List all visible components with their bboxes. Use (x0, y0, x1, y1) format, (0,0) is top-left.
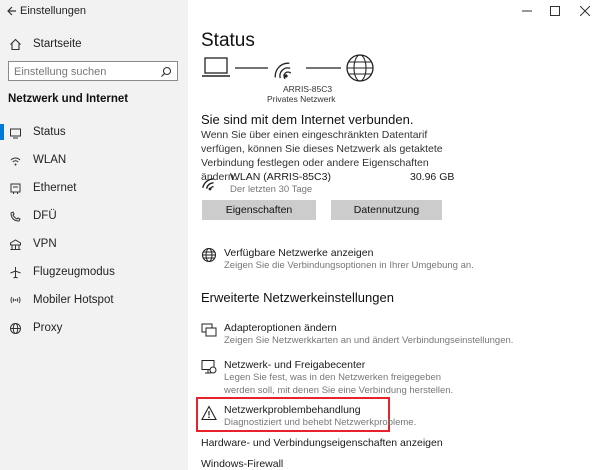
sidebar-home-label: Startseite (33, 38, 82, 50)
sidebar-item-airplane[interactable]: Flugzeugmodus (8, 261, 180, 283)
window-title: Einstellungen (20, 5, 87, 17)
sidebar-item-label: Flugzeugmodus (33, 266, 115, 278)
network-name: ARRIS-85C3 (283, 84, 333, 94)
globe-icon (346, 54, 374, 82)
sidebar-item-label: Ethernet (33, 182, 77, 194)
back-arrow-icon[interactable] (6, 4, 18, 18)
properties-button[interactable]: Eigenschaften (202, 200, 316, 220)
globe-icon (8, 321, 22, 335)
sidebar-item-label: Mobiler Hotspot (33, 294, 114, 306)
sidebar-item-label: Proxy (33, 322, 63, 334)
sharing-center-icon (201, 359, 217, 375)
sidebar-item-label: VPN (33, 238, 57, 250)
sidebar-section-title: Netzwerk und Internet (8, 93, 129, 105)
airplane-icon (8, 265, 22, 279)
network-diagram (202, 54, 374, 82)
laptop-icon (202, 57, 230, 77)
adapter-icon (201, 322, 217, 338)
sharing-center-desc: Legen Sie fest, was in den Netzwerken fr… (224, 372, 454, 396)
sidebar-item-ethernet[interactable]: Ethernet (8, 177, 180, 199)
vpn-icon (8, 237, 22, 251)
sidebar-item-label: DFÜ (33, 210, 57, 222)
connected-heading: Sie sind mit dem Internet verbunden. (201, 112, 414, 127)
sidebar: Einstellungen Startseite Netzwerk und In… (0, 0, 188, 470)
maximize-icon[interactable] (542, 2, 568, 20)
hotspot-icon (8, 293, 22, 307)
connection-name: WLAN (ARRIS-85C3) (230, 171, 331, 183)
advanced-heading: Erweiterte Netzwerkeinstellungen (201, 290, 394, 305)
sidebar-item-proxy[interactable]: Proxy (8, 317, 180, 339)
hardware-properties-link[interactable]: Hardware- und Verbindungseigenschaften a… (201, 437, 443, 449)
connection-period: Der letzten 30 Tage (230, 184, 313, 195)
available-networks-link[interactable]: Verfügbare Netzwerke anzeigen (224, 247, 373, 259)
data-usage-button[interactable]: Datennutzung (331, 200, 442, 220)
close-icon[interactable] (572, 2, 598, 20)
sidebar-item-label: WLAN (33, 154, 67, 166)
adapter-options-desc: Zeigen Sie Netzwerkkarten an und ändert … (224, 335, 514, 346)
search-field[interactable] (8, 61, 178, 81)
status-icon (8, 125, 22, 139)
page-title: Status (201, 30, 255, 51)
sharing-center-link[interactable]: Netzwerk- und Freigabecenter (224, 359, 365, 371)
troubleshooter-link[interactable]: Netzwerkproblembehandlung (224, 404, 361, 416)
main-panel: Status ARRIS-85C3 Privates Netzwerk Sie … (188, 0, 600, 470)
sidebar-item-home[interactable]: Startseite (8, 33, 180, 55)
sidebar-item-hotspot[interactable]: Mobiler Hotspot (8, 289, 180, 311)
wifi-icon (8, 153, 22, 167)
search-input[interactable] (9, 63, 154, 81)
search-icon[interactable] (160, 65, 172, 77)
warning-icon (201, 405, 217, 421)
network-type: Privates Netzwerk (267, 94, 336, 104)
sidebar-item-dfue[interactable]: DFÜ (8, 205, 180, 227)
sidebar-item-vpn[interactable]: VPN (8, 233, 180, 255)
ethernet-icon (8, 181, 22, 195)
active-indicator (0, 124, 4, 140)
adapter-options-link[interactable]: Adapteroptionen ändern (224, 322, 337, 334)
dialup-icon (8, 209, 22, 223)
sidebar-item-label: Status (33, 126, 66, 138)
sidebar-item-wlan[interactable]: WLAN (8, 149, 180, 171)
wifi-signal-icon (274, 62, 292, 80)
troubleshooter-desc: Diagnostiziert und behebt Netzwerkproble… (224, 417, 417, 428)
globe-icon (201, 247, 217, 263)
windows-firewall-link[interactable]: Windows-Firewall (201, 458, 283, 470)
available-networks-desc: Zeigen Sie die Verbindungsoptionen in Ih… (224, 260, 474, 271)
sidebar-item-status[interactable]: Status (8, 121, 180, 143)
home-icon (8, 37, 22, 51)
connection-usage: 30.96 GB (410, 171, 455, 183)
minimize-icon[interactable] (514, 2, 540, 20)
wifi-connection-icon (202, 174, 222, 197)
